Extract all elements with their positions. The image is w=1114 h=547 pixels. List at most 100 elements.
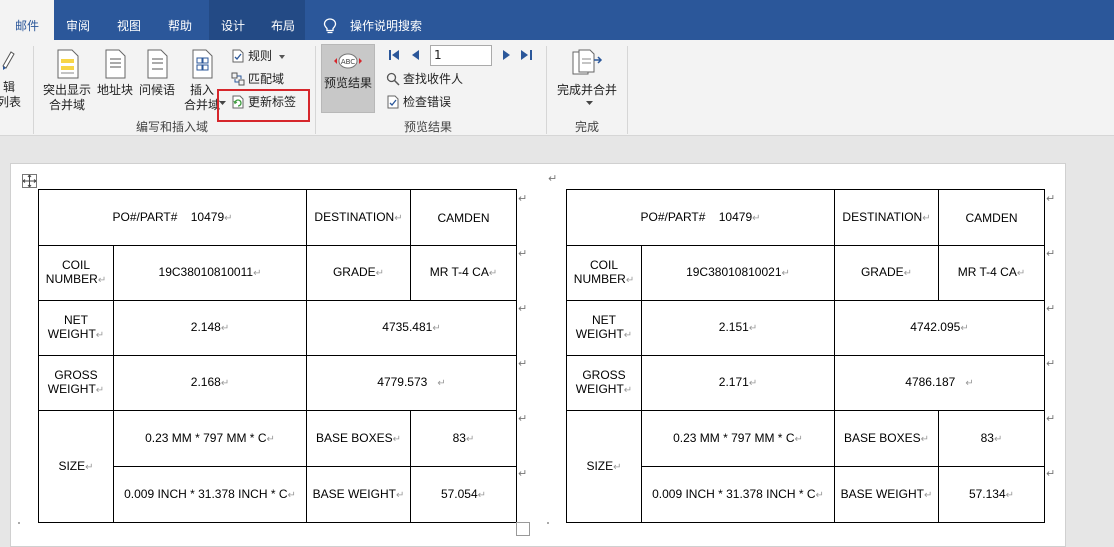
label-table-2[interactable]: PO#/PART# 10479↵ DESTINATION↵ CAMDEN COI… (566, 189, 1045, 523)
match-fields-button[interactable]: 匹配域 (231, 69, 284, 89)
destination-label-cell[interactable]: DESTINATION↵ (306, 189, 411, 246)
net-label-line-2: WEIGHT (47, 327, 96, 341)
grade-label-cell[interactable]: GRADE↵ (834, 245, 939, 301)
find-recipient-label: 查找收件人 (403, 72, 464, 86)
check-errors-button[interactable]: 检查错误 (386, 92, 451, 112)
gross-weight-b-cell[interactable]: 4779.573 ↵ (306, 355, 517, 411)
coil-label-line-1: COIL (61, 258, 90, 272)
coil-number-value-cell[interactable]: 19C38010810011↵ (113, 245, 307, 301)
size-label-cell[interactable]: SIZE↵ (38, 410, 114, 523)
address-block-button[interactable]: 地址块 (96, 49, 134, 98)
grade-label: GRADE (332, 265, 376, 279)
gross-weight-label-cell[interactable]: GROSS WEIGHT↵ (566, 355, 642, 411)
size-label-cell[interactable]: SIZE↵ (566, 410, 642, 523)
pencil-icon (2, 51, 15, 70)
net-weight-label-cell[interactable]: NET WEIGHT↵ (566, 300, 642, 356)
net-weight-label-cell[interactable]: NET WEIGHT↵ (38, 300, 114, 356)
size-mm-value: 0.23 MM * 797 MM * C (673, 430, 795, 445)
highlight-label-1: 突出显示 (42, 83, 91, 97)
tab-view[interactable]: 视图 (106, 0, 152, 40)
grade-label-cell[interactable]: GRADE↵ (306, 245, 411, 301)
find-recipient-button[interactable]: 查找收件人 (386, 69, 463, 89)
base-boxes-value-cell[interactable]: 83↵ (938, 410, 1045, 467)
cell-end-mark: ↵ (993, 433, 1003, 445)
last-record-icon[interactable] (520, 49, 534, 61)
cell-end-mark: ↵ (488, 268, 498, 279)
cell-end-mark: ↵ (375, 268, 385, 279)
find-recipient-icon (386, 72, 400, 86)
base-boxes-value-cell[interactable]: 83↵ (410, 410, 517, 467)
coil-label-line-1: COIL (589, 258, 618, 272)
rules-icon (232, 49, 244, 63)
cell-end-mark: ↵ (1005, 489, 1015, 501)
finish-merge-button[interactable]: 完成并合并 (555, 49, 619, 98)
finish-merge-label: 完成并合并 (556, 83, 617, 97)
previous-record-icon[interactable] (410, 49, 422, 61)
cell-end-mark: ↵ (794, 433, 803, 445)
base-weight-value-cell[interactable]: 57.134↵ (938, 466, 1045, 523)
tab-layout[interactable]: 布局 (260, 0, 306, 40)
cell-end-mark: ↵ (395, 489, 405, 501)
first-record-icon[interactable] (388, 49, 400, 61)
po-part-label: PO#/PART# (640, 209, 706, 224)
check-errors-label: 检查错误 (403, 95, 452, 109)
coil-number-label-cell[interactable]: COIL NUMBER↵ (38, 245, 114, 301)
table-resize-handle[interactable] (516, 522, 530, 536)
gross-weight-a-cell[interactable]: 2.168↵ (113, 355, 307, 411)
base-weight-label-cell[interactable]: BASE WEIGHT↵ (834, 466, 939, 523)
row-end-mark: ↵ (518, 302, 528, 315)
coil-number-value: 19C38010810021 (686, 265, 782, 279)
size-mm-cell[interactable]: 0.23 MM * 797 MM * C↵ (641, 410, 835, 467)
net-weight-b-value: 4742.095 (910, 320, 961, 334)
gross-weight-a-cell[interactable]: 2.171↵ (641, 355, 835, 411)
table-move-handle[interactable] (22, 174, 37, 188)
edit-recipient-list-button[interactable]: 辑 列表 (0, 46, 24, 110)
destination-value-cell[interactable]: CAMDEN (938, 189, 1045, 246)
po-part-label: PO#/PART# (112, 209, 178, 224)
tab-help[interactable]: 帮助 (157, 0, 203, 40)
net-weight-b-cell[interactable]: 4742.095↵ (834, 300, 1045, 356)
rules-button[interactable]: 规则 (231, 46, 288, 66)
lightbulb-icon (323, 18, 337, 34)
net-weight-a-cell[interactable]: 2.148↵ (113, 300, 307, 356)
tab-mail[interactable]: 邮件 (0, 0, 54, 42)
row-end-mark: ↵ (1046, 302, 1056, 315)
tab-review[interactable]: 审阅 (55, 0, 101, 40)
base-weight-label-cell[interactable]: BASE WEIGHT↵ (306, 466, 411, 523)
destination-value-cell[interactable]: CAMDEN (410, 189, 517, 246)
coil-number-value-cell[interactable]: 19C38010810021↵ (641, 245, 835, 301)
size-inch-cell[interactable]: 0.009 INCH * 31.378 INCH * C↵ (113, 466, 307, 523)
greeting-line-button[interactable]: 问候语 (138, 49, 176, 98)
highlight-merge-fields-button[interactable]: 突出显示 合并域 (42, 49, 92, 113)
base-boxes-label-cell[interactable]: BASE BOXES↵ (834, 410, 939, 467)
cell-end-mark: ↵ (465, 433, 475, 445)
next-record-icon[interactable] (500, 49, 512, 61)
base-weight-value-cell[interactable]: 57.054↵ (410, 466, 517, 523)
edit-list-label-1: 辑 (2, 80, 15, 94)
size-inch-cell[interactable]: 0.009 INCH * 31.378 INCH * C↵ (641, 466, 835, 523)
record-number-input[interactable]: 1 (430, 45, 492, 66)
gross-weight-label-cell[interactable]: GROSS WEIGHT↵ (38, 355, 114, 411)
size-mm-cell[interactable]: 0.23 MM * 797 MM * C↵ (113, 410, 307, 467)
coil-number-label-cell[interactable]: COIL NUMBER↵ (566, 245, 642, 301)
base-boxes-label-cell[interactable]: BASE BOXES↵ (306, 410, 411, 467)
grade-value-cell[interactable]: MR T-4 CA↵ (938, 245, 1045, 301)
net-weight-b-cell[interactable]: 4735.481↵ (306, 300, 517, 356)
gross-weight-b-value: 4786.187 (905, 375, 956, 389)
gross-weight-b-cell[interactable]: 4786.187 ↵ (834, 355, 1045, 411)
move-icon (22, 174, 37, 188)
row-end-mark: ↵ (1046, 192, 1056, 205)
cell-end-mark: ↵ (623, 385, 633, 396)
gross-weight-a-value: 2.168 (190, 375, 221, 389)
ribbon-separator (627, 46, 628, 134)
label-table-1[interactable]: PO#/PART# 10479↵ DESTINATION↵ CAMDEN COI… (38, 189, 517, 523)
grade-value-cell[interactable]: MR T-4 CA↵ (410, 245, 517, 301)
cell-end-mark: ↵ (923, 489, 933, 501)
tab-design[interactable]: 设计 (210, 0, 256, 40)
gross-label-line-2: WEIGHT (47, 382, 96, 396)
destination-label-cell[interactable]: DESTINATION↵ (834, 189, 939, 246)
po-part-cell[interactable]: PO#/PART# 10479↵ (38, 189, 307, 246)
po-part-cell[interactable]: PO#/PART# 10479↵ (566, 189, 835, 246)
net-weight-a-cell[interactable]: 2.151↵ (641, 300, 835, 356)
chevron-down-icon[interactable] (586, 101, 593, 106)
